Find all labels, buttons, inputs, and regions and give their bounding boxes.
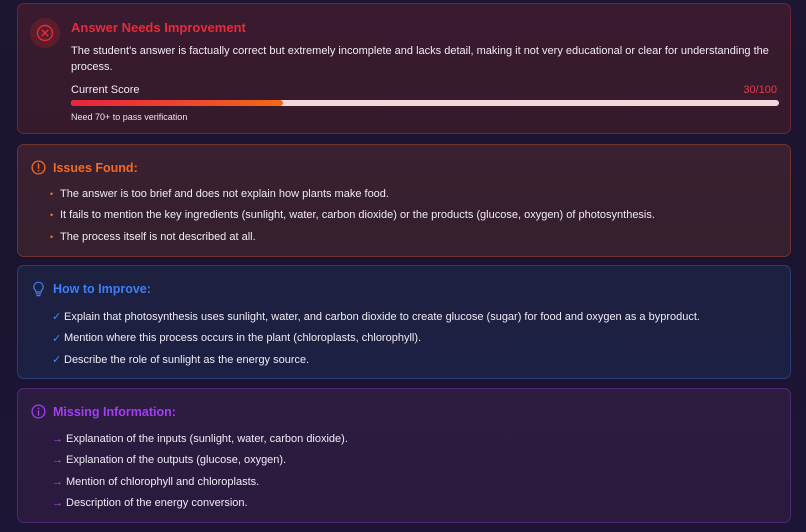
bullet-marker: •: [50, 210, 54, 221]
list-item: ✓ Mention where this process occurs in th…: [52, 328, 700, 350]
list-item-text: Mention of chlorophyll and chloroplasts.: [66, 475, 260, 488]
list-item: ✓ Describe the role of sunlight as the en…: [52, 349, 700, 371]
close-circle-icon: [30, 18, 60, 48]
score-value: 30/100: [743, 84, 777, 96]
list-item: • It fails to mention the key ingredients…: [50, 205, 655, 227]
missing-header: Missing Information:: [31, 404, 176, 419]
arrow-right-icon: →: [52, 454, 63, 467]
list-item-text: Mention where this process occurs in the…: [64, 332, 422, 345]
improve-list: ✓ Explain that photosynthesis uses sunlig…: [52, 306, 700, 371]
list-item: → Mention of chlorophyll and chloroplasts…: [52, 471, 348, 493]
arrow-right-icon: →: [52, 475, 63, 488]
score-progress-fill: [71, 100, 284, 106]
list-item-text: Explanation of the outputs (glucose, oxy…: [66, 454, 287, 467]
check-icon: ✓: [52, 311, 62, 324]
issues-title: Issues Found:: [53, 160, 138, 175]
list-item-text: The answer is too brief and does not exp…: [60, 187, 389, 200]
list-item-text: Description of the energy conversion.: [66, 497, 248, 510]
score-title: Answer Needs Improvement: [71, 20, 246, 35]
score-note: Need 70+ to pass verification: [71, 112, 188, 122]
score-progress-bar: [71, 100, 779, 106]
improve-header: How to Improve:: [31, 281, 151, 297]
bullet-marker: •: [50, 188, 54, 199]
score-description: The student's answer is factually correc…: [71, 45, 769, 73]
lightbulb-icon: [31, 281, 46, 297]
improve-title: How to Improve:: [53, 282, 151, 296]
arrow-right-icon: →: [52, 432, 63, 445]
missing-title: Missing Information:: [53, 404, 176, 419]
score-card: Answer Needs Improvement The student's a…: [17, 3, 791, 134]
list-item-text: The process itself is not described at a…: [60, 230, 256, 243]
list-item: → Explanation of the inputs (sunlight, wa…: [52, 428, 348, 450]
list-item: ✓ Explain that photosynthesis uses sunlig…: [52, 306, 700, 328]
improve-card: How to Improve: ✓ Explain that photosynth…: [17, 265, 791, 379]
issues-header: Issues Found:: [31, 160, 138, 175]
issues-card: Issues Found: • The answer is too brief a…: [17, 144, 791, 257]
bullet-marker: •: [50, 231, 54, 242]
list-item: • The answer is too brief and does not ex…: [50, 183, 655, 205]
list-item-text: Describe the role of sunlight as the ene…: [64, 353, 310, 366]
arrow-right-icon: →: [52, 497, 63, 510]
list-item: • The process itself is not described at …: [50, 226, 655, 248]
list-item-text: It fails to mention the key ingredients …: [60, 209, 655, 222]
list-item: → Description of the energy conversion.: [52, 493, 348, 515]
alert-circle-icon: [31, 160, 46, 175]
info-circle-icon: [31, 404, 46, 419]
check-icon: ✓: [52, 354, 62, 367]
list-item-text: Explain that photosynthesis uses sunligh…: [64, 310, 700, 323]
issues-list: • The answer is too brief and does not ex…: [50, 183, 655, 248]
score-label: Current Score: [71, 84, 140, 96]
list-item-text: Explanation of the inputs (sunlight, wat…: [66, 432, 348, 445]
check-icon: ✓: [52, 332, 62, 345]
list-item: → Explanation of the outputs (glucose, ox…: [52, 450, 348, 472]
missing-list: → Explanation of the inputs (sunlight, wa…: [52, 428, 348, 514]
missing-card: Missing Information: → Explanation of the…: [17, 388, 791, 523]
